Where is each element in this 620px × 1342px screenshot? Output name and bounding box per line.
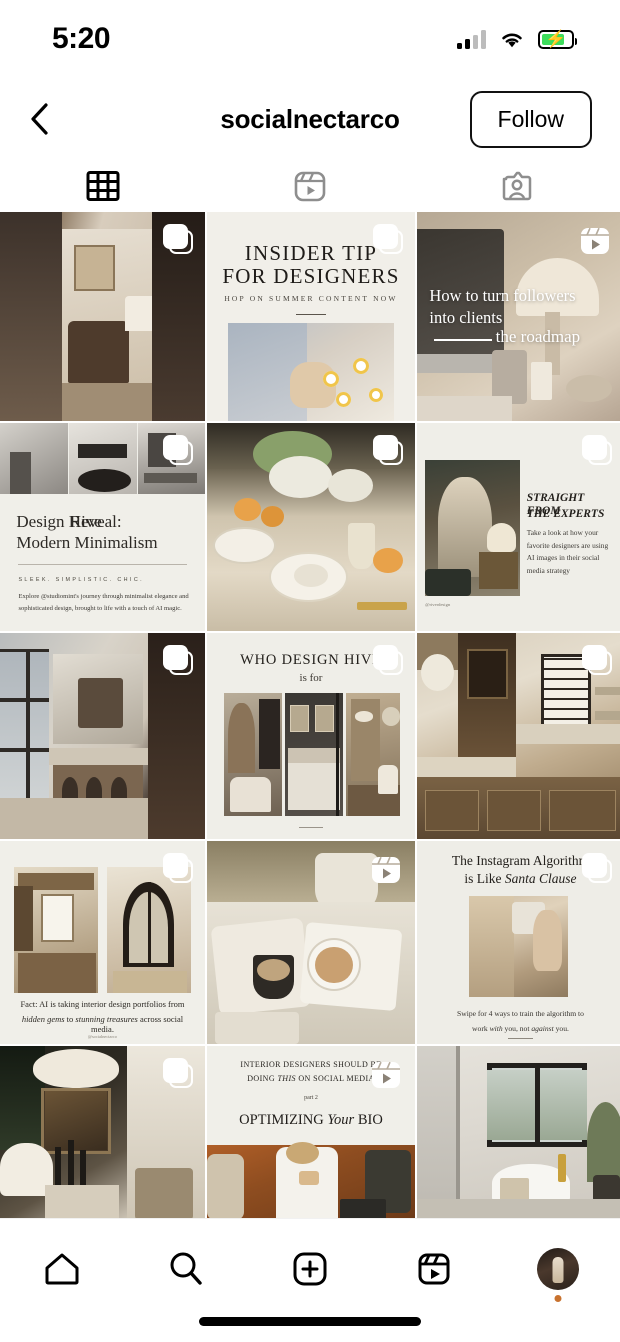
- carousel-icon: [163, 645, 193, 675]
- nav-reels[interactable]: [372, 1241, 496, 1297]
- post-4-eyebrow: SLEEK. SIMPLISTIC. CHIC.: [18, 576, 145, 583]
- post-3-title-line1: How to turn followers: [429, 286, 576, 306]
- grid-post-8[interactable]: WHO DESIGN HIVE is for: [207, 633, 415, 839]
- battery-charging-icon: ⚡: [538, 29, 577, 49]
- post-3-title-line3: the roadmap: [495, 326, 581, 346]
- nav-profile[interactable]: [496, 1241, 620, 1302]
- post-14-title-c: ON SOCIAL MEDIA: [295, 1073, 375, 1083]
- grid-post-3[interactable]: How to turn followers into clients the r…: [417, 212, 620, 421]
- nav-create[interactable]: [248, 1241, 372, 1297]
- profile-avatar-icon: [537, 1248, 579, 1290]
- post-10-caption-b: to: [64, 1013, 76, 1024]
- post-12-caption-d: against: [531, 1023, 554, 1033]
- post-14-headline-b: Your: [327, 1112, 355, 1129]
- post-12-caption-c: you, not: [502, 1023, 532, 1033]
- wifi-icon: [502, 33, 522, 47]
- nav-home[interactable]: [0, 1241, 124, 1297]
- nav-search[interactable]: [124, 1241, 248, 1297]
- reels-icon: [418, 1253, 450, 1285]
- grid-post-7[interactable]: [0, 633, 205, 839]
- grid-post-13[interactable]: [0, 1046, 205, 1220]
- grid-post-9[interactable]: [417, 633, 620, 839]
- grid-post-14[interactable]: INTERIOR DESIGNERS SHOULD BE DOING THIS …: [207, 1046, 415, 1220]
- carousel-icon: [582, 645, 612, 675]
- carousel-icon: [163, 435, 193, 465]
- carousel-icon: [373, 224, 403, 254]
- grid-post-2[interactable]: INSIDER TIP FOR DESIGNERS HOP ON SUMMER …: [207, 212, 415, 421]
- grid-post-4[interactable]: Design Hive Reveal: Modern Minimalism SL…: [0, 423, 205, 631]
- post-12-caption-a: work: [472, 1023, 490, 1033]
- home-indicator: [199, 1317, 421, 1326]
- carousel-icon: [163, 1058, 193, 1088]
- post-4-title-rest: Reveal:: [69, 512, 122, 532]
- post-14-part-label: part 2: [304, 1094, 318, 1101]
- post-14-title-b: THIS: [277, 1073, 296, 1083]
- grid-post-6[interactable]: STRAIGHT FROM THE EXPERTS Take a look at…: [417, 423, 620, 631]
- post-12-caption-1: Swipe for 4 ways to train the algorithm …: [457, 1009, 584, 1019]
- post-10-caption-c: stunning treasures: [75, 1013, 138, 1024]
- tab-tagged[interactable]: [413, 160, 620, 212]
- profile-active-dot: [554, 1295, 562, 1302]
- post-6-body: Take a look at how your favorite designe…: [526, 528, 609, 575]
- grid-post-10[interactable]: Fact: AI is taking interior design portf…: [0, 841, 205, 1044]
- post-14-headline-c: BIO: [354, 1112, 383, 1129]
- plus-square-icon: [293, 1252, 327, 1286]
- carousel-icon: [163, 853, 193, 883]
- post-12-caption-e: you.: [553, 1023, 569, 1033]
- status-time: 5:20: [52, 22, 111, 55]
- grid-post-15[interactable]: [417, 1046, 620, 1220]
- carousel-icon: [163, 224, 193, 254]
- post-12-caption-b: with: [489, 1023, 503, 1033]
- reels-icon: [369, 853, 403, 887]
- grid-post-5[interactable]: [207, 423, 415, 631]
- post-6-credit: @riverdesign: [425, 601, 451, 607]
- tagged-person-icon: [502, 171, 531, 201]
- post-10-caption-line1: Fact: AI is taking interior design portf…: [20, 999, 185, 1010]
- post-2-title-line2: FOR DESIGNERS: [222, 264, 400, 289]
- instagram-profile-screen: 5:20 ⚡ socialnectarco Follow INSIDER TIP…: [0, 0, 620, 1342]
- grid-icon: [86, 171, 120, 201]
- bottom-navigation: [0, 1218, 620, 1342]
- post-14-title-a: DOING: [247, 1073, 278, 1083]
- post-10-credit: @socialnectarco: [87, 1033, 118, 1039]
- reels-icon: [294, 171, 326, 202]
- carousel-icon: [582, 435, 612, 465]
- post-12-title-a: is Like: [464, 871, 505, 887]
- chevron-left-icon: [31, 103, 48, 135]
- tab-reels[interactable]: [207, 160, 414, 212]
- back-button[interactable]: [18, 97, 62, 141]
- search-icon: [170, 1252, 202, 1285]
- grid-post-1[interactable]: [0, 212, 205, 421]
- post-2-subtitle: HOP ON SUMMER CONTENT NOW: [224, 293, 398, 303]
- profile-tabs: [0, 160, 620, 212]
- carousel-icon: [373, 645, 403, 675]
- post-12-title-b: Santa Clause: [504, 871, 577, 887]
- carousel-icon: [582, 853, 612, 883]
- follow-button[interactable]: Follow: [469, 90, 592, 148]
- grid-post-11[interactable]: [207, 841, 415, 1044]
- post-14-headline-a: OPTIMIZING: [239, 1112, 328, 1129]
- grid-post-12[interactable]: The Instagram Algorithm is Like Santa Cl…: [417, 841, 620, 1044]
- post-grid: INSIDER TIP FOR DESIGNERS HOP ON SUMMER …: [0, 212, 620, 1220]
- cellular-signal-icon: [457, 29, 486, 49]
- status-bar: 5:20 ⚡: [0, 0, 620, 78]
- post-6-title-line2: THE EXPERTS: [526, 508, 605, 521]
- reels-icon: [578, 224, 612, 258]
- reels-icon: [369, 1058, 403, 1092]
- post-3-title-line2: into clients: [429, 308, 503, 328]
- home-icon: [45, 1253, 79, 1285]
- post-4-body: Explore @studiomint's journey through mi…: [18, 593, 189, 612]
- post-4-title-line2: Modern Minimalism: [16, 533, 158, 553]
- profile-header: socialnectarco Follow: [0, 78, 620, 160]
- tab-grid[interactable]: [0, 160, 207, 212]
- post-10-caption-a: hidden gems: [21, 1013, 65, 1024]
- status-indicators: ⚡: [457, 29, 577, 49]
- carousel-icon: [373, 435, 403, 465]
